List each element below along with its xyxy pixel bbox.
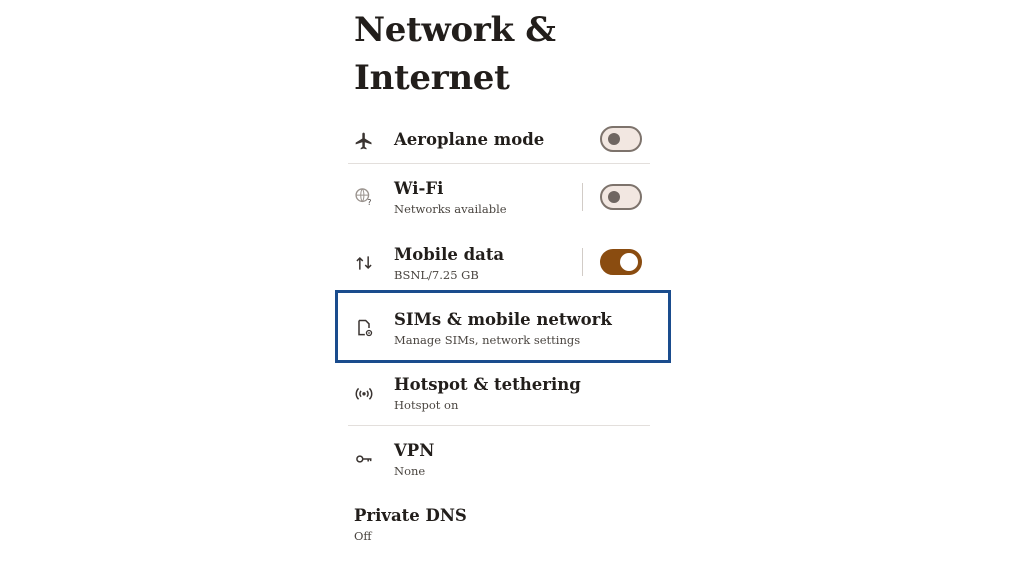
wifi-unknown-icon: ? [354, 186, 374, 206]
sims-mobile-network-sub: Manage SIMs, network settings [394, 333, 581, 347]
private-dns-label: Private DNS [354, 506, 467, 525]
hotspot-tethering-row[interactable]: Hotspot & tethering Hotspot on [348, 372, 654, 416]
private-dns-status: Off [354, 529, 372, 543]
sim-settings-icon [354, 318, 374, 338]
hotspot-icon [354, 383, 374, 403]
wifi-status: Networks available [394, 202, 507, 216]
aeroplane-mode-label: Aeroplane mode [394, 130, 545, 149]
mobile-data-separator [582, 248, 583, 276]
vpn-row[interactable]: VPN None [348, 438, 654, 482]
wifi-toggle[interactable] [600, 184, 642, 210]
svg-text:?: ? [367, 198, 371, 206]
sims-mobile-network-label: SIMs & mobile network [394, 310, 612, 329]
vpn-status: None [394, 464, 426, 478]
page-title: Network & Internet [354, 10, 556, 98]
wifi-label: Wi-Fi [394, 179, 444, 198]
network-internet-settings-screen: Network & Internet Aeroplane mode ? Wi-F… [0, 0, 1024, 576]
mobile-data-label: Mobile data [394, 245, 505, 264]
divider [348, 425, 650, 426]
mobile-data-usage: BSNL/7.25 GB [394, 268, 479, 282]
key-icon [354, 449, 374, 469]
aeroplane-mode-toggle[interactable] [600, 126, 642, 152]
private-dns-row[interactable]: Private DNS Off [348, 503, 654, 547]
vpn-label: VPN [394, 441, 435, 460]
airplane-icon [354, 131, 374, 151]
hotspot-tethering-label: Hotspot & tethering [394, 375, 581, 394]
mobile-data-toggle[interactable] [600, 249, 642, 275]
data-arrows-icon [354, 253, 374, 273]
wifi-separator [582, 183, 583, 211]
sims-mobile-network-row[interactable]: SIMs & mobile network Manage SIMs, netwo… [348, 307, 654, 351]
divider [348, 163, 650, 164]
hotspot-tethering-status: Hotspot on [394, 398, 459, 412]
